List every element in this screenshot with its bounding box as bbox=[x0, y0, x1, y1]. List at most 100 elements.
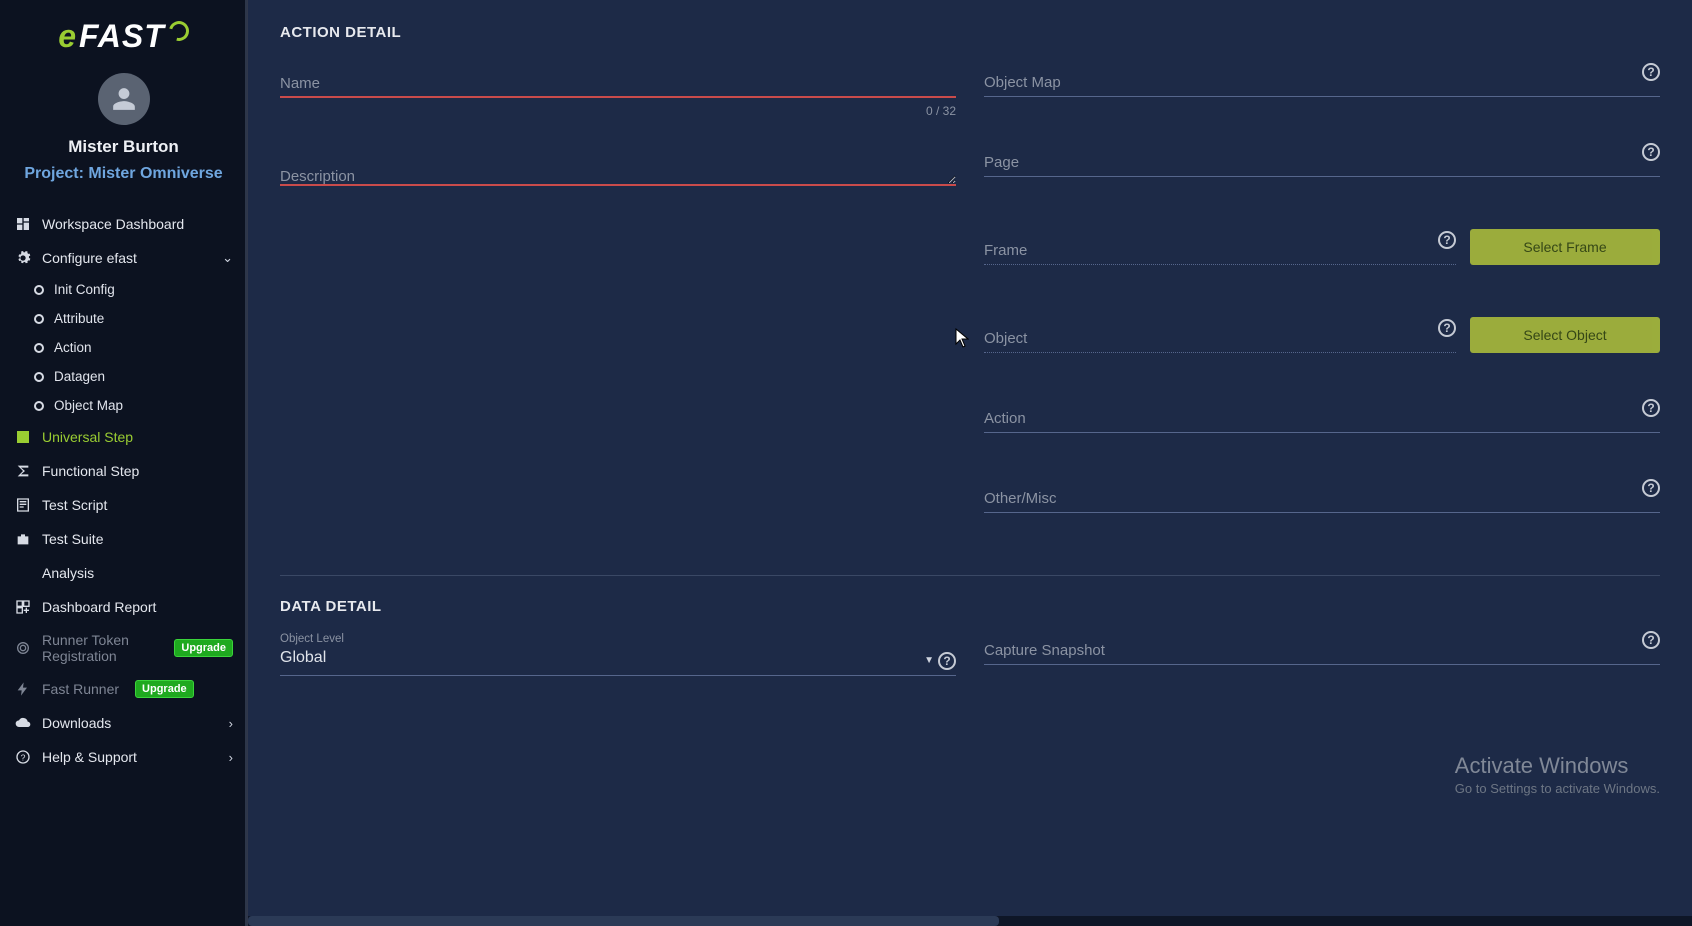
nav-attribute[interactable]: Attribute bbox=[20, 304, 247, 333]
input-object-map[interactable] bbox=[984, 69, 1660, 97]
dashboard-icon bbox=[14, 215, 32, 233]
input-page[interactable] bbox=[984, 149, 1660, 177]
help-icon: ? bbox=[1642, 479, 1660, 497]
bullet-icon bbox=[34, 285, 44, 295]
help-icon: ? bbox=[1642, 143, 1660, 161]
nav-downloads[interactable]: Downloads › bbox=[0, 706, 247, 740]
chevron-right-icon: › bbox=[229, 750, 233, 765]
col-left: Name 0 / 32 Description bbox=[280, 69, 956, 565]
button-select-object[interactable]: Select Object bbox=[1470, 317, 1660, 353]
brand-rest: FAST bbox=[79, 18, 165, 55]
brand-swoosh-icon bbox=[165, 17, 192, 44]
nav-datagen[interactable]: Datagen bbox=[20, 362, 247, 391]
person-icon bbox=[111, 86, 137, 112]
nav: Workspace Dashboard Configure efast ⌄ In… bbox=[0, 201, 247, 926]
field-action: Action ? bbox=[984, 405, 1660, 433]
chevron-right-icon: › bbox=[229, 716, 233, 731]
project-line[interactable]: Project: Mister Omniverse bbox=[24, 165, 222, 183]
field-object-level[interactable]: Object Level Global ▼ ? bbox=[280, 633, 956, 676]
help-frame[interactable]: ? bbox=[1438, 231, 1456, 249]
field-description: Description bbox=[280, 154, 956, 191]
input-frame[interactable] bbox=[984, 237, 1456, 265]
nav-test-script[interactable]: Test Script bbox=[0, 488, 247, 522]
nav-action[interactable]: Action bbox=[20, 333, 247, 362]
help-icon: ? bbox=[938, 652, 956, 670]
brand-logo: eFAST bbox=[0, 0, 247, 63]
field-page: Page ? bbox=[984, 149, 1660, 177]
help-icon: ? bbox=[1642, 63, 1660, 81]
nav-runner-token[interactable]: Runner Token Registration Upgrade bbox=[0, 624, 247, 672]
nav-test-suite[interactable]: Test Suite bbox=[0, 522, 247, 556]
sigma-icon bbox=[14, 462, 32, 480]
field-object: Object ? Select Object bbox=[984, 317, 1660, 353]
col-right: Object Map ? Page ? Frame ? bbox=[984, 69, 1660, 565]
field-object-map: Object Map ? bbox=[984, 69, 1660, 97]
section-divider bbox=[280, 575, 1660, 576]
avatar[interactable] bbox=[98, 73, 150, 125]
input-other[interactable] bbox=[984, 485, 1660, 513]
input-capture[interactable] bbox=[984, 637, 1660, 665]
scroll-thumb[interactable] bbox=[248, 916, 999, 926]
help-icon: ? bbox=[1642, 399, 1660, 417]
help-object-level[interactable]: ? bbox=[938, 652, 956, 670]
mini-label-object-level: Object Level bbox=[280, 633, 956, 645]
upgrade-badge[interactable]: Upgrade bbox=[135, 680, 194, 698]
sidebar-divider bbox=[245, 0, 247, 926]
textarea-description[interactable] bbox=[280, 154, 956, 186]
report-icon bbox=[14, 598, 32, 616]
input-name[interactable] bbox=[280, 69, 956, 98]
nav-universal-step[interactable]: Universal Step bbox=[0, 420, 247, 454]
nav-fast-runner[interactable]: Fast Runner Upgrade bbox=[0, 672, 247, 706]
help-object-map[interactable]: ? bbox=[1642, 63, 1660, 81]
cloud-download-icon bbox=[14, 714, 32, 732]
fingerprint-icon bbox=[14, 639, 32, 657]
nav-functional-step[interactable]: Functional Step bbox=[0, 454, 247, 488]
chevron-down-icon: ⌄ bbox=[222, 250, 233, 266]
help-other[interactable]: ? bbox=[1642, 479, 1660, 497]
help-action[interactable]: ? bbox=[1642, 399, 1660, 417]
help-page[interactable]: ? bbox=[1642, 143, 1660, 161]
select-object-level-value: Global bbox=[280, 647, 956, 676]
help-icon: ? bbox=[1438, 319, 1456, 337]
help-icon: ? bbox=[1642, 631, 1660, 649]
nav-analysis[interactable]: Analysis bbox=[0, 556, 247, 590]
brand-e: e bbox=[58, 18, 77, 55]
section-action-detail: ACTION DETAIL bbox=[280, 24, 1660, 41]
nav-configure-efast[interactable]: Configure efast ⌄ bbox=[0, 241, 247, 275]
nav-workspace-dashboard[interactable]: Workspace Dashboard bbox=[0, 207, 247, 241]
bullet-icon bbox=[34, 372, 44, 382]
help-object[interactable]: ? bbox=[1438, 319, 1456, 337]
button-select-frame[interactable]: Select Frame bbox=[1470, 229, 1660, 265]
nav-init-config[interactable]: Init Config bbox=[20, 275, 247, 304]
col-left-2: Object Level Global ▼ ? bbox=[280, 633, 956, 676]
bullet-icon bbox=[34, 343, 44, 353]
svg-text:?: ? bbox=[21, 752, 26, 762]
field-capture-snapshot: Capture Snapshot ? bbox=[984, 637, 1660, 665]
nav-help-support[interactable]: ? Help & Support › bbox=[0, 740, 247, 774]
input-object[interactable] bbox=[984, 325, 1456, 353]
script-icon bbox=[14, 496, 32, 514]
field-other-misc: Other/Misc ? bbox=[984, 485, 1660, 513]
field-name: Name 0 / 32 bbox=[280, 69, 956, 98]
profile-block: Mister Burton Project: Mister Omniverse bbox=[0, 63, 247, 201]
nav-configure-children: Init Config Attribute Action Datagen Obj… bbox=[0, 275, 247, 420]
chart-icon bbox=[14, 564, 32, 582]
bolt-icon bbox=[14, 680, 32, 698]
bullet-icon bbox=[34, 401, 44, 411]
help-capture[interactable]: ? bbox=[1642, 631, 1660, 649]
step-icon bbox=[14, 428, 32, 446]
username: Mister Burton bbox=[68, 137, 179, 157]
bullet-icon bbox=[34, 314, 44, 324]
gear-icon bbox=[14, 249, 32, 267]
help-icon: ? bbox=[14, 748, 32, 766]
section-data-detail: DATA DETAIL bbox=[280, 598, 1660, 615]
nav-dashboard-report[interactable]: Dashboard Report bbox=[0, 590, 247, 624]
briefcase-icon bbox=[14, 530, 32, 548]
upgrade-badge[interactable]: Upgrade bbox=[174, 639, 233, 657]
counter-name: 0 / 32 bbox=[926, 104, 956, 118]
nav-object-map[interactable]: Object Map bbox=[20, 391, 247, 420]
main-content: ACTION DETAIL Name 0 / 32 Description bbox=[248, 0, 1692, 926]
input-action[interactable] bbox=[984, 405, 1660, 433]
horizontal-scrollbar[interactable] bbox=[248, 916, 1692, 926]
help-icon: ? bbox=[1438, 231, 1456, 249]
